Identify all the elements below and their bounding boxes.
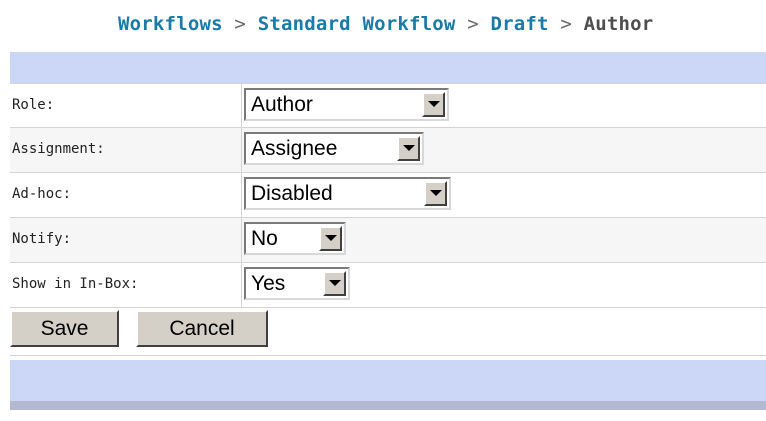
breadcrumb-separator: > (234, 13, 247, 35)
form-actions: Save Cancel (10, 308, 766, 356)
chevron-down-icon[interactable] (319, 226, 342, 251)
column-divider (241, 128, 242, 172)
ad-hoc-select-value: Disabled (251, 182, 333, 205)
save-button[interactable]: Save (10, 310, 119, 347)
form-row-show-in-inbox: Show in In-Box: Yes (10, 263, 766, 308)
column-divider (241, 218, 242, 262)
show-in-inbox-label: Show in In-Box: (12, 276, 139, 292)
assignment-label: Assignment: (12, 141, 105, 157)
assignment-select-value: Assignee (251, 137, 338, 160)
role-label: Role: (12, 97, 55, 113)
header-band (10, 52, 766, 83)
notify-select-value: No (251, 227, 278, 250)
chevron-down-icon[interactable] (397, 136, 420, 161)
form-row-role: Role: Author (10, 83, 766, 128)
column-divider (241, 173, 242, 217)
assignment-select[interactable]: Assignee (244, 132, 424, 165)
show-in-inbox-select-value: Yes (251, 272, 286, 295)
role-select-value: Author (251, 93, 313, 116)
breadcrumb-link-draft[interactable]: Draft (490, 13, 548, 35)
breadcrumb-current-author: Author (583, 13, 654, 35)
column-divider (241, 84, 242, 127)
show-in-inbox-select[interactable]: Yes (244, 267, 350, 300)
footer-divider (10, 401, 766, 410)
chevron-down-icon[interactable] (323, 271, 346, 296)
role-select[interactable]: Author (244, 88, 449, 121)
form-row-notify: Notify: No (10, 218, 766, 263)
breadcrumb-separator: > (467, 13, 479, 35)
form-row-assignment: Assignment: Assignee (10, 128, 766, 173)
form-row-ad-hoc: Ad-hoc: Disabled (10, 173, 766, 218)
footer-band (10, 360, 766, 401)
workflow-step-form: Role: Author Assignment: Assignee Ad-hoc… (10, 83, 766, 356)
notify-label: Notify: (12, 231, 72, 247)
notify-select[interactable]: No (244, 222, 346, 255)
cancel-button[interactable]: Cancel (136, 310, 268, 347)
breadcrumb-link-standard-workflow[interactable]: Standard Workflow (258, 13, 456, 35)
chevron-down-icon[interactable] (422, 92, 445, 117)
column-divider (241, 263, 242, 307)
breadcrumb-separator: > (560, 13, 572, 35)
chevron-down-icon[interactable] (424, 181, 447, 206)
breadcrumb: Workflows > Standard Workflow > Draft > … (0, 0, 766, 52)
ad-hoc-label: Ad-hoc: (12, 186, 72, 202)
breadcrumb-link-workflows[interactable]: Workflows (118, 13, 223, 35)
ad-hoc-select[interactable]: Disabled (244, 177, 451, 210)
